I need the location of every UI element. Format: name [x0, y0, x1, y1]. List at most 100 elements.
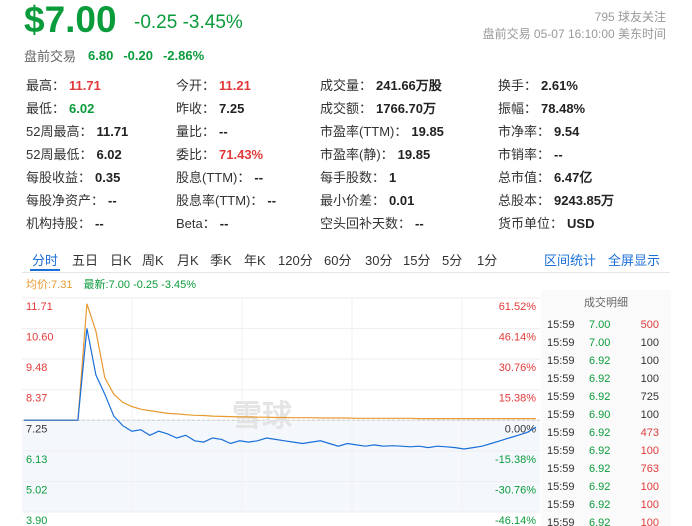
stat-value: -- — [267, 193, 277, 208]
trade-vol: 100 — [640, 445, 659, 457]
stat-item: 市盈率(TTM)： 19.85 — [320, 120, 444, 143]
tab-5[interactable]: 季K — [210, 250, 232, 269]
stat-label: 每股净资产： — [26, 193, 105, 208]
stat-value: 1766.70万 — [376, 101, 437, 116]
tab-0[interactable]: 分时 — [32, 250, 58, 269]
stat-value: 6.02 — [96, 147, 122, 162]
tab-4[interactable]: 月K — [177, 250, 199, 269]
stat-label: 市盈率(静)： — [320, 147, 394, 162]
trade-price: 7.00 — [589, 337, 611, 349]
trade-price: 6.92 — [589, 445, 611, 457]
stat-item: 成交额： 1766.70万 — [320, 97, 436, 120]
stat-value: 11.21 — [219, 78, 251, 93]
stats-row: 每股净资产： -- 股息率(TTM)： -- 最小价差： 0.01 总股本： 9243.85万 — [26, 189, 676, 212]
stat-label: 总股本： — [498, 193, 551, 208]
stat-item: 委比： 71.43% — [176, 143, 263, 166]
premarket-row: 盘前交易 6.80 -0.20 -2.86% — [24, 46, 214, 65]
stat-label: 委比： — [176, 147, 216, 162]
trade-time: 15:59 — [547, 337, 575, 349]
stat-value: 19.85 — [397, 147, 431, 162]
chart-period-tabs: 分时 五日 日K 周K 月K 季K 年K 120分 60分 30分 15分 5分 1分 区间统计 全屏显示 — [22, 243, 670, 273]
range-stats-button[interactable]: 区间统计 — [544, 250, 596, 269]
stat-value: 71.43% — [219, 147, 264, 162]
stat-value: 9243.85万 — [554, 193, 615, 208]
stat-item: 最低： 6.02 — [26, 97, 94, 120]
trade-row: 15:59 6.92 473 — [541, 424, 671, 442]
stat-value: 241.66万股 — [376, 78, 442, 93]
trade-vol: 725 — [640, 391, 659, 403]
stat-value: 11.71 — [96, 124, 129, 139]
trade-vol: 763 — [640, 463, 659, 475]
stat-label: 量比： — [176, 124, 216, 139]
stat-item: 成交量： 241.66万股 — [320, 74, 442, 97]
y-tick-left: 6.13 — [26, 454, 47, 466]
trade-time: 15:59 — [547, 355, 575, 367]
stat-item: 量比： -- — [176, 120, 228, 143]
tab-11[interactable]: 5分 — [442, 250, 462, 269]
trade-price: 6.90 — [589, 409, 611, 421]
premarket-pct: -2.86% — [162, 48, 205, 63]
stat-value: -- — [219, 216, 229, 231]
price-change: -0.25 -3.45% — [134, 12, 243, 33]
tab-6[interactable]: 年K — [244, 250, 266, 269]
stat-item: Beta： -- — [176, 212, 228, 235]
stat-item: 股息率(TTM)： -- — [176, 189, 276, 212]
trade-row: 15:59 6.92 100 — [541, 442, 671, 460]
stat-label: 每股收益： — [26, 170, 92, 185]
stat-item: 今开： 11.21 — [176, 74, 251, 97]
stat-value: 19.85 — [411, 124, 444, 139]
stat-label: 今开： — [176, 78, 216, 93]
stat-value: 1 — [389, 170, 397, 185]
trade-vol: 500 — [640, 319, 659, 331]
stat-value: -- — [95, 216, 104, 231]
stats-row: 机构持股： -- Beta： -- 空头回补天数： -- 货币单位： USD — [26, 212, 676, 235]
trade-price: 7.00 — [589, 319, 611, 331]
trade-vol: 100 — [640, 517, 659, 526]
tab-3[interactable]: 周K — [142, 250, 164, 269]
intraday-chart[interactable]: 11.71 61.52% 10.60 46.14% 9.48 30.76% 8.37 15.3… — [22, 290, 540, 526]
trade-row: 15:59 6.92 100 — [541, 496, 671, 514]
stat-item: 股息(TTM)： -- — [176, 166, 263, 189]
tab-2[interactable]: 日K — [110, 250, 132, 269]
trade-row: 15:59 6.92 100 — [541, 478, 671, 496]
trade-row: 15:59 7.00 100 — [541, 334, 671, 352]
tab-1[interactable]: 五日 — [72, 250, 98, 269]
trade-time: 15:59 — [547, 427, 575, 439]
stat-label: Beta： — [176, 216, 216, 231]
stat-value: -- — [415, 216, 424, 231]
stat-value: 7.25 — [219, 101, 245, 116]
trade-row: 15:59 7.00 500 — [541, 316, 671, 334]
y-tick-left: 9.48 — [26, 362, 47, 374]
tab-12[interactable]: 1分 — [477, 250, 497, 269]
trade-row: 15:59 6.92 100 — [541, 370, 671, 388]
trade-vol: 100 — [640, 499, 659, 511]
stat-label: 货币单位： — [498, 216, 564, 231]
stat-item: 最高： 11.71 — [26, 74, 101, 97]
tab-7[interactable]: 120分 — [278, 250, 313, 269]
stat-label: 市销率： — [498, 147, 551, 162]
stat-value: 9.54 — [554, 124, 580, 139]
trade-time: 15:59 — [547, 481, 575, 493]
stat-value: 2.61% — [541, 78, 578, 93]
tab-10[interactable]: 15分 — [403, 250, 430, 269]
stat-label: 总市值： — [498, 170, 551, 185]
stat-item: 52周最高： 11.71 — [26, 120, 128, 143]
stat-label: 52周最高： — [26, 124, 93, 139]
stats-row: 52周最高： 11.71 量比： -- 市盈率(TTM)： 19.85 市净率： 9.54 — [26, 120, 676, 143]
stat-label: 空头回补天数： — [320, 216, 412, 231]
y-tick-left: 3.90 — [26, 515, 47, 526]
tab-8[interactable]: 60分 — [324, 250, 351, 269]
followers-count[interactable]: 795 球友关注 — [595, 8, 666, 25]
stat-value: -- — [254, 170, 264, 185]
trade-price: 6.92 — [589, 463, 611, 475]
trade-price: 6.92 — [589, 517, 611, 526]
stat-label: 股息率(TTM)： — [176, 193, 264, 208]
trade-price: 6.92 — [589, 499, 611, 511]
trade-row: 15:59 6.92 100 — [541, 352, 671, 370]
stat-value: 0.01 — [389, 193, 415, 208]
fullscreen-button[interactable]: 全屏显示 — [608, 250, 660, 269]
stat-item: 货币单位： USD — [498, 212, 594, 235]
tab-9[interactable]: 30分 — [365, 250, 392, 269]
trade-price: 6.92 — [589, 373, 611, 385]
y-tick-right: 61.52% — [499, 301, 537, 313]
